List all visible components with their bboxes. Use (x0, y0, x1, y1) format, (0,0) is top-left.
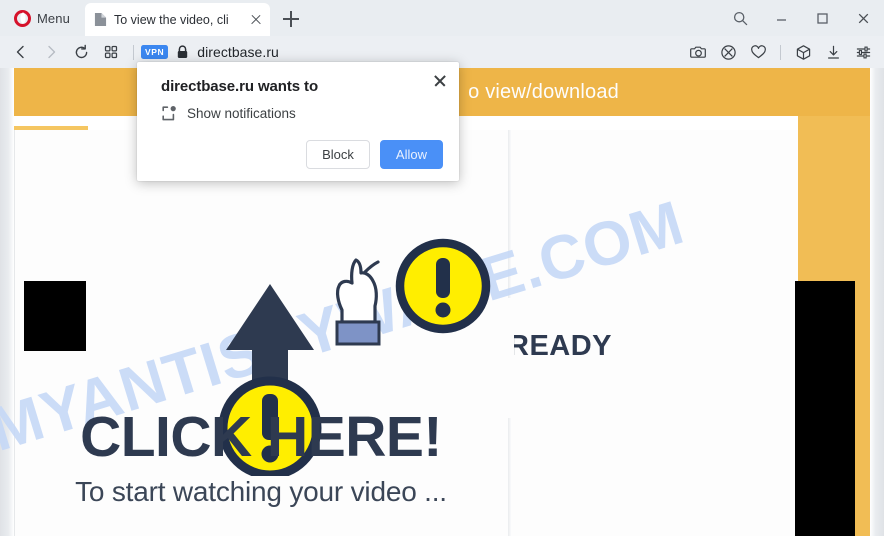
opera-menu-label: Menu (37, 10, 70, 26)
grid-icon[interactable] (96, 37, 126, 67)
cta-subtext: To start watching your video ... (75, 475, 447, 507)
permission-request-row: Show notifications (161, 105, 443, 122)
call-to-action-block[interactable]: CLICK HERE! To start watching your video… (14, 407, 508, 508)
ready-text: READY (508, 330, 613, 362)
new-tab-button[interactable] (280, 8, 302, 30)
permission-dialog-actions: Block Allow (161, 140, 443, 169)
browser-chrome: Menu To view the video, cli VPN directba… (0, 0, 884, 68)
tab-close-icon[interactable] (248, 12, 264, 28)
forward-arrow-icon (36, 37, 66, 67)
cube-icon[interactable] (788, 37, 818, 67)
browser-tab[interactable]: To view the video, cli (85, 3, 270, 36)
reload-icon[interactable] (66, 37, 96, 67)
heart-icon[interactable] (743, 37, 773, 67)
pointing-hand-icon (335, 258, 381, 346)
maximize-icon[interactable] (802, 0, 843, 36)
cta-heading[interactable]: CLICK HERE! (14, 407, 508, 468)
vpn-badge[interactable]: VPN (141, 44, 169, 60)
url-text[interactable]: directbase.ru (197, 44, 279, 60)
easy-setup-sliders-icon[interactable] (848, 37, 878, 67)
close-icon[interactable] (431, 72, 449, 90)
search-icon[interactable] (720, 0, 761, 36)
tab-title: To view the video, cli (114, 12, 229, 27)
notification-icon (161, 105, 178, 122)
allow-button[interactable]: Allow (379, 140, 443, 169)
page-left-edge (0, 68, 14, 536)
lock-icon[interactable] (176, 45, 189, 59)
toolbar-divider (133, 44, 134, 60)
close-icon[interactable] (843, 0, 884, 36)
permission-request-label: Show notifications (187, 106, 296, 121)
opera-menu-button[interactable]: Menu (8, 5, 76, 31)
opera-logo-icon (14, 9, 31, 27)
block-button[interactable]: Block (306, 140, 370, 169)
tab-strip: Menu To view the video, cli (0, 0, 884, 36)
ad-placeholder-right (795, 281, 855, 536)
download-icon[interactable] (818, 37, 848, 67)
ready-text-mask (500, 298, 514, 418)
page-icon (94, 13, 107, 26)
browser-window: o view/download MYANTISPYWARE.COM (0, 0, 884, 536)
notification-permission-dialog: directbase.ru wants to Show notification… (137, 62, 459, 181)
window-controls (720, 0, 884, 36)
permission-dialog-title: directbase.ru wants to (161, 78, 319, 95)
warning-exclamation-icon (395, 238, 491, 334)
toolbar-divider-2 (780, 44, 781, 60)
minimize-icon[interactable] (761, 0, 802, 36)
page-right-edge (870, 68, 884, 536)
ad-placeholder-left (24, 281, 86, 351)
ad-blocker-shield-icon[interactable] (713, 37, 743, 67)
page-top-banner-text: o view/download (468, 80, 619, 103)
back-arrow-icon[interactable] (6, 37, 36, 67)
camera-icon[interactable] (683, 37, 713, 67)
toolbar-right-icons (683, 37, 884, 67)
